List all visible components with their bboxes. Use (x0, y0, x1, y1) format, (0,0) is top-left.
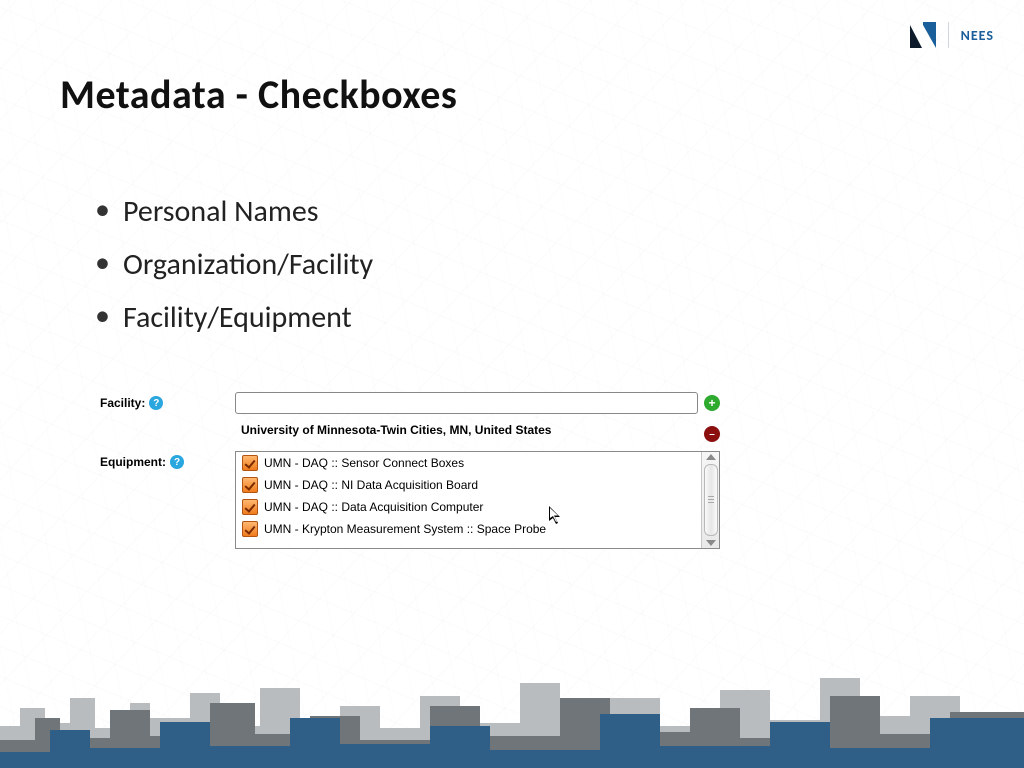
brand-logo: NEES (910, 22, 994, 48)
equipment-option[interactable]: UMN - Krypton Measurement System :: Spac… (236, 518, 701, 540)
bullet-item: Organization/Facility (95, 238, 373, 291)
bullet-item: Facility/Equipment (95, 291, 373, 344)
equipment-label: Equipment: ? (100, 451, 235, 469)
checkbox-checked-icon[interactable] (242, 477, 258, 493)
brand-text: NEES (961, 27, 994, 44)
help-icon[interactable]: ? (149, 396, 163, 410)
checkbox-checked-icon[interactable] (242, 521, 258, 537)
remove-facility-button[interactable]: – (704, 426, 720, 442)
facility-input[interactable] (235, 392, 698, 414)
checkbox-checked-icon[interactable] (242, 499, 258, 515)
scroll-up-icon[interactable] (706, 454, 716, 460)
scroll-down-icon[interactable] (706, 540, 716, 546)
equipment-option[interactable]: UMN - DAQ :: Data Acquisition Computer (236, 496, 701, 518)
nees-mark-icon (910, 22, 936, 48)
add-facility-button[interactable]: + (704, 395, 720, 411)
equipment-option[interactable]: UMN - DAQ :: Sensor Connect Boxes (236, 452, 701, 474)
embedded-form-screenshot: Facility: ? + University of Minnesota-Tw… (100, 392, 720, 555)
facility-selected-value: University of Minnesota-Twin Cities, MN,… (235, 420, 698, 445)
bullet-list: Personal Names Organization/Facility Fac… (95, 185, 373, 344)
logo-divider (948, 22, 949, 48)
slide-title: Metadata - Checkboxes (60, 70, 457, 119)
checkbox-checked-icon[interactable] (242, 455, 258, 471)
equipment-option[interactable]: UMN - DAQ :: NI Data Acquisition Board (236, 474, 701, 496)
skyline-decoration (0, 648, 1024, 768)
equipment-listbox[interactable]: UMN - DAQ :: Sensor Connect Boxes UMN - … (235, 451, 720, 549)
facility-label: Facility: ? (100, 392, 235, 410)
bullet-item: Personal Names (95, 185, 373, 238)
scroll-thumb[interactable] (704, 464, 718, 536)
scrollbar[interactable] (701, 452, 719, 548)
help-icon[interactable]: ? (170, 455, 184, 469)
